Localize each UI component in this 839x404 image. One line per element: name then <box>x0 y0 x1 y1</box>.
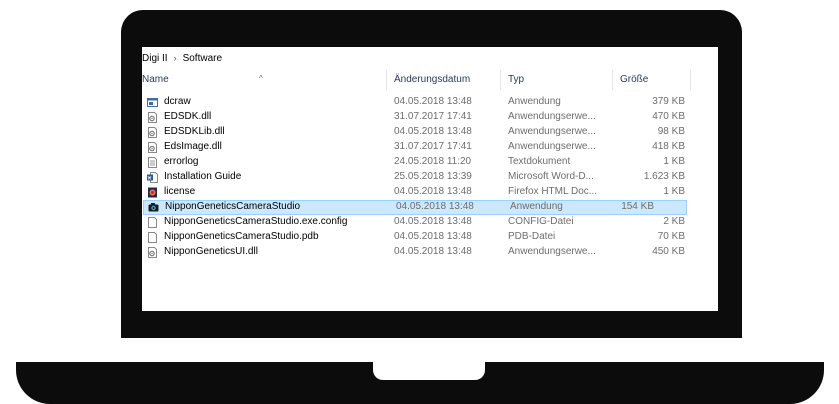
file-row[interactable]: NipponGeneticsCameraStudio 04.05.2018 13:… <box>143 200 687 215</box>
breadcrumb-folder[interactable]: Digi II <box>142 53 168 64</box>
file-name: Installation Guide <box>164 171 242 182</box>
blank-file-icon <box>147 232 158 243</box>
file-date: 04.05.2018 13:48 <box>394 231 472 242</box>
camera-app-icon <box>148 202 159 213</box>
column-divider[interactable] <box>500 70 501 90</box>
file-row[interactable]: EDSDK.dll 31.07.2017 17:41 Anwendungserwe.… <box>142 110 718 125</box>
blank-file-icon <box>147 217 158 228</box>
sort-ascending-icon: ^ <box>259 74 263 83</box>
file-name: NipponGeneticsCameraStudio <box>165 201 301 212</box>
file-type: Anwendungserwe... <box>508 126 596 137</box>
file-type: Anwendungserwe... <box>508 141 596 152</box>
breadcrumb-current[interactable]: Software <box>183 53 222 64</box>
column-header-name[interactable]: Name ^ <box>142 68 386 90</box>
column-divider[interactable] <box>386 70 387 90</box>
laptop-notch <box>373 362 485 380</box>
column-header-type[interactable]: Typ <box>508 68 608 90</box>
file-name: EDSDKLib.dll <box>164 126 225 137</box>
column-header-name-label: Name <box>142 74 169 85</box>
dll-gear-icon <box>147 112 158 123</box>
file-date: 04.05.2018 13:48 <box>394 96 472 107</box>
column-header-date[interactable]: Änderungsdatum <box>394 68 498 90</box>
breadcrumb: Digi II › Software <box>142 51 222 65</box>
file-size: 470 KB <box>652 111 685 122</box>
chevron-right-icon: › <box>173 53 177 63</box>
file-size: 1 KB <box>663 156 685 167</box>
file-size: 450 KB <box>652 246 685 257</box>
file-type: Anwendung <box>510 201 563 212</box>
file-type: PDB-Datei <box>508 231 556 242</box>
explorer-window: Digi II › Software Name ^ Änderungsdatum… <box>142 47 718 311</box>
word-document-icon <box>147 172 158 183</box>
file-date: 04.05.2018 13:48 <box>394 216 472 227</box>
file-row[interactable]: errorlog 24.05.2018 11:20 Textdokument 1 KB <box>142 155 718 170</box>
file-name: license <box>164 186 196 197</box>
file-type: Anwendungserwe... <box>508 111 596 122</box>
file-name: NipponGeneticsUI.dll <box>164 246 258 257</box>
file-row[interactable]: EdsImage.dll 31.07.2017 17:41 Anwendungser… <box>142 140 718 155</box>
file-date: 04.05.2018 13:48 <box>394 246 472 257</box>
file-date: 04.05.2018 13:48 <box>394 186 472 197</box>
file-row[interactable]: EDSDKLib.dll 04.05.2018 13:48 Anwendungser… <box>142 125 718 140</box>
file-type: CONFIG-Datei <box>508 216 574 227</box>
file-row[interactable]: NipponGeneticsUI.dll 04.05.2018 13:48 Anwe… <box>142 245 718 260</box>
file-name: NipponGeneticsCameraStudio.exe.config <box>164 216 348 227</box>
file-date: 04.05.2018 13:48 <box>396 201 474 212</box>
file-type: Anwendung <box>508 96 561 107</box>
file-date: 31.07.2017 17:41 <box>394 111 472 122</box>
file-size: 379 KB <box>652 96 685 107</box>
file-type: Firefox HTML Doc... <box>508 186 598 197</box>
exe-window-icon <box>147 97 158 108</box>
column-divider[interactable] <box>690 70 691 90</box>
file-name: EDSDK.dll <box>164 111 212 122</box>
file-size: 1.623 KB <box>643 171 685 182</box>
dll-gear-icon <box>147 142 158 153</box>
file-name: EdsImage.dll <box>164 141 222 152</box>
file-date: 04.05.2018 13:48 <box>394 126 472 137</box>
file-size: 2 KB <box>663 216 685 227</box>
file-row[interactable]: Installation Guide 25.05.2018 13:39 Micros… <box>142 170 718 185</box>
file-date: 31.07.2017 17:41 <box>394 141 472 152</box>
file-row[interactable]: dcraw 04.05.2018 13:48 Anwendung 379 KB <box>142 95 718 110</box>
file-type: Textdokument <box>508 156 571 167</box>
file-date: 24.05.2018 11:20 <box>394 156 472 167</box>
file-row[interactable]: NipponGeneticsCameraStudio.pdb 04.05.2018… <box>142 230 718 245</box>
file-name: NipponGeneticsCameraStudio.pdb <box>164 231 319 242</box>
text-document-icon <box>147 157 158 168</box>
file-row[interactable]: NipponGeneticsCameraStudio.exe.config 04.… <box>142 215 718 230</box>
column-header-size[interactable]: Größe <box>620 68 680 90</box>
file-size: 154 KB <box>621 201 654 212</box>
column-header-row: Name ^ Änderungsdatum Typ Größe <box>142 68 718 90</box>
file-date: 25.05.2018 13:39 <box>394 171 472 182</box>
dll-gear-icon <box>147 247 158 258</box>
file-size: 418 KB <box>652 141 685 152</box>
file-name: errorlog <box>164 156 199 167</box>
file-type: Microsoft Word-D... <box>508 171 594 182</box>
file-size: 98 KB <box>657 126 685 137</box>
firefox-html-icon <box>147 187 158 198</box>
file-list: dcraw 04.05.2018 13:48 Anwendung 379 KB EDSD… <box>142 95 718 260</box>
dll-gear-icon <box>147 127 158 138</box>
file-size: 70 KB <box>657 231 685 242</box>
file-type: Anwendungserwe... <box>508 246 596 257</box>
file-name: dcraw <box>164 96 191 107</box>
file-size: 1 KB <box>663 186 685 197</box>
file-row[interactable]: license 04.05.2018 13:48 Firefox HTML Doc.… <box>142 185 718 200</box>
column-divider[interactable] <box>612 70 613 90</box>
